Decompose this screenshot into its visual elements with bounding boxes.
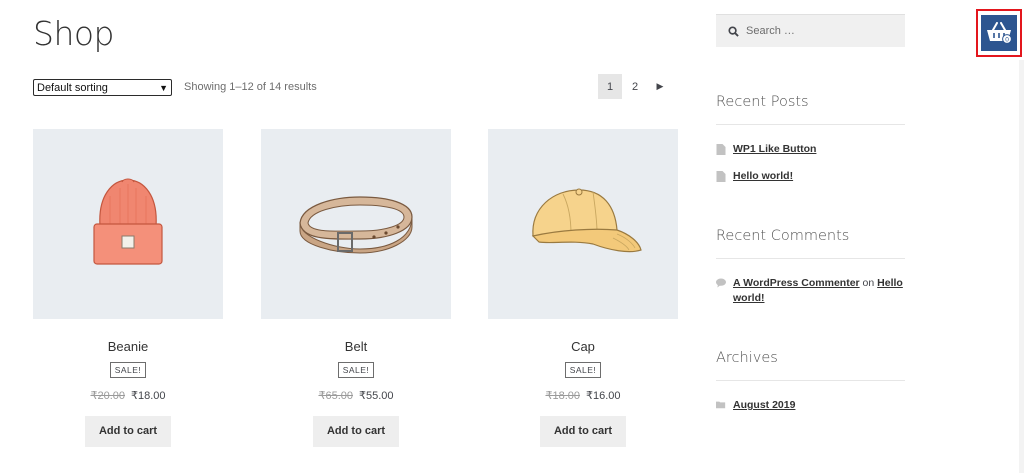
add-to-cart-button[interactable]: Add to cart — [540, 416, 626, 447]
comment-icon — [716, 278, 726, 288]
recent-post-link[interactable]: Hello world! — [733, 169, 793, 184]
product-name[interactable]: Beanie — [33, 339, 223, 354]
search-placeholder: Search … — [746, 25, 795, 37]
sidebar: Search … Recent Posts WP1 Like Button He… — [716, 14, 905, 413]
product-price: ₹18.00 ₹16.00 — [488, 389, 678, 402]
document-icon — [716, 144, 726, 155]
sale-badge: SALE! — [564, 362, 602, 378]
old-price: ₹20.00 — [90, 390, 125, 402]
product-name[interactable]: Cap — [488, 339, 678, 354]
product-card-beanie: Beanie SALE! ₹20.00 ₹18.00 Add to cart — [33, 129, 223, 447]
sorting-select[interactable]: Default sorting ▼ — [33, 79, 172, 96]
old-price: ₹18.00 — [545, 390, 580, 402]
widget-title-recent-posts: Recent Posts — [716, 94, 905, 125]
recent-post-link[interactable]: WP1 Like Button — [733, 142, 816, 157]
current-price: ₹16.00 — [586, 390, 621, 402]
scrollbar[interactable] — [1019, 60, 1024, 473]
product-name[interactable]: Belt — [261, 339, 451, 354]
sale-badge: SALE! — [337, 362, 375, 378]
product-price: ₹20.00 ₹18.00 — [33, 389, 223, 402]
comment-on-text: on — [862, 277, 875, 289]
old-price: ₹65.00 — [318, 390, 353, 402]
list-item: WP1 Like Button — [716, 142, 905, 157]
product-image-belt[interactable] — [261, 129, 451, 319]
product-price: ₹65.00 ₹55.00 — [261, 389, 451, 402]
cart-count: 0 — [1005, 36, 1009, 43]
basket-icon: 0 — [987, 22, 1012, 44]
recent-comments-widget: Recent Comments A WordPress Commenter on… — [716, 228, 905, 306]
search-icon — [728, 25, 739, 37]
product-image-cap[interactable] — [488, 129, 678, 319]
current-price: ₹55.00 — [359, 390, 394, 402]
chevron-down-icon: ▼ — [159, 82, 168, 93]
comment-author-link[interactable]: A WordPress Commenter — [733, 277, 860, 289]
result-count: Showing 1–12 of 14 results — [184, 81, 317, 93]
search-input[interactable]: Search … — [716, 14, 905, 47]
recent-posts-widget: Recent Posts WP1 Like Button Hello world… — [716, 94, 905, 184]
sale-badge: SALE! — [109, 362, 147, 378]
document-icon — [716, 171, 726, 182]
cart-button-inner: 0 — [981, 15, 1017, 51]
pagination: 1 2 ▶ — [598, 74, 672, 99]
next-page-icon[interactable]: ▶ — [648, 74, 672, 99]
list-item: A WordPress Commenter on Hello world! — [716, 276, 905, 306]
list-item: Hello world! — [716, 169, 905, 184]
widget-title-recent-comments: Recent Comments — [716, 228, 905, 259]
current-price: ₹18.00 — [131, 390, 166, 402]
product-card-belt: Belt SALE! ₹65.00 ₹55.00 Add to cart — [261, 129, 451, 447]
page-1-link[interactable]: 1 — [598, 74, 622, 99]
folder-icon — [716, 401, 726, 409]
product-image-beanie[interactable] — [33, 129, 223, 319]
add-to-cart-button[interactable]: Add to cart — [313, 416, 399, 447]
widget-title-archives: Archives — [716, 350, 905, 381]
list-item: August 2019 — [716, 398, 905, 413]
sorting-selected-value: Default sorting — [37, 81, 108, 94]
add-to-cart-button[interactable]: Add to cart — [85, 416, 171, 447]
archive-link[interactable]: August 2019 — [733, 398, 795, 413]
page-title: Shop — [33, 14, 115, 53]
page-2-link[interactable]: 2 — [623, 74, 647, 99]
product-card-cap: Cap SALE! ₹18.00 ₹16.00 Add to cart — [488, 129, 678, 447]
cart-button[interactable]: 0 — [976, 9, 1022, 57]
archives-widget: Archives August 2019 — [716, 350, 905, 413]
